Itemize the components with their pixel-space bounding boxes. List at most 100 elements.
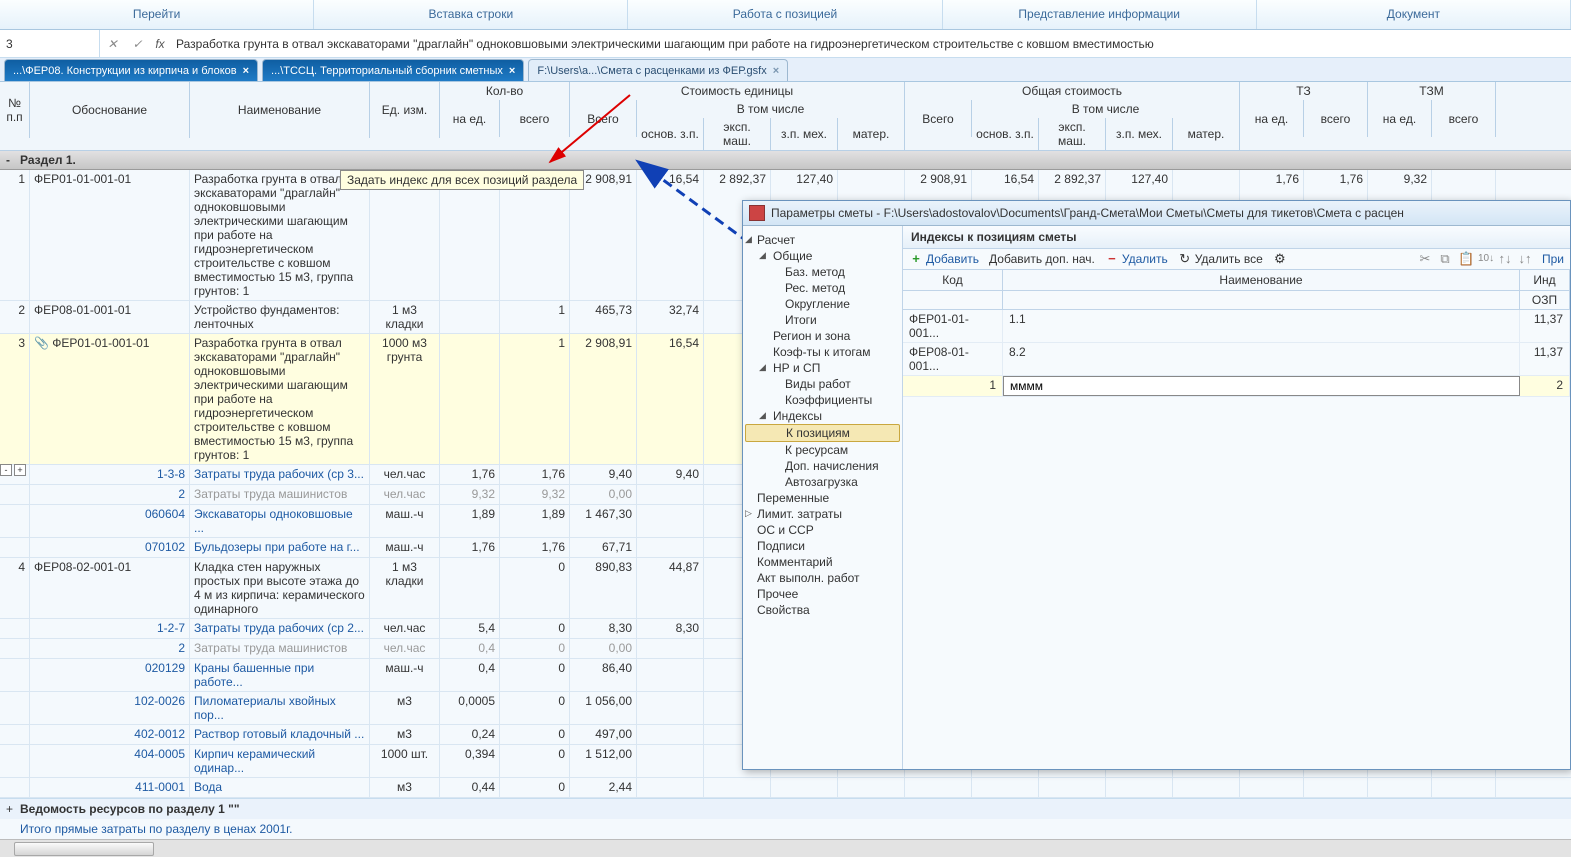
- cell[interactable]: чел.час: [370, 485, 440, 504]
- cell[interactable]: маш.-ч: [370, 505, 440, 537]
- cell[interactable]: [0, 778, 30, 797]
- cell[interactable]: 1-3-8: [30, 465, 190, 484]
- cell[interactable]: 📎 ФЕР01-01-001-01: [30, 334, 190, 464]
- cell[interactable]: Разработка грунта в отвал экскаваторами …: [190, 334, 370, 464]
- cell[interactable]: 9,40: [570, 465, 637, 484]
- tree-item[interactable]: Регион и зона: [745, 328, 900, 344]
- cell[interactable]: Пиломатериалы хвойных пор...: [190, 692, 370, 724]
- tab-tscc[interactable]: ...\ТССЦ. Территориальный сборник сметны…: [262, 59, 524, 81]
- index-row[interactable]: ФЕР01-01-001...1.111,37: [903, 310, 1570, 343]
- cell[interactable]: 020129: [30, 659, 190, 691]
- cell[interactable]: маш.-ч: [370, 538, 440, 557]
- cell[interactable]: 1 м3 кладки: [370, 558, 440, 618]
- delete-button[interactable]: −Удалить: [1105, 252, 1168, 266]
- cell[interactable]: 0: [500, 659, 570, 691]
- cell[interactable]: 0,24: [440, 725, 500, 744]
- cell[interactable]: 0,4: [440, 659, 500, 691]
- cell[interactable]: м3: [370, 692, 440, 724]
- tree-item[interactable]: Коэффициенты: [745, 392, 900, 408]
- close-icon[interactable]: ×: [509, 65, 515, 77]
- cell[interactable]: 3: [0, 334, 30, 464]
- cell[interactable]: [440, 334, 500, 464]
- tree-item[interactable]: Доп. начисления: [745, 458, 900, 474]
- cell[interactable]: [440, 558, 500, 618]
- cell[interactable]: [0, 505, 30, 537]
- cell[interactable]: 1: [500, 334, 570, 464]
- cell[interactable]: 0: [500, 558, 570, 618]
- tree-item[interactable]: ◢Расчет: [745, 232, 900, 248]
- cell[interactable]: маш.-ч: [370, 659, 440, 691]
- cell[interactable]: [637, 745, 704, 777]
- cell[interactable]: 67,71: [570, 538, 637, 557]
- cell[interactable]: Вода: [190, 778, 370, 797]
- cell[interactable]: 0: [500, 725, 570, 744]
- cell[interactable]: [637, 725, 704, 744]
- accept-icon[interactable]: ✓: [132, 37, 142, 51]
- cell[interactable]: [1432, 778, 1496, 797]
- cell[interactable]: 0,00: [570, 639, 637, 658]
- cell[interactable]: [637, 639, 704, 658]
- tree-item[interactable]: ◢НР и СП: [745, 360, 900, 376]
- cell[interactable]: [0, 485, 30, 504]
- ribbon-tab-work[interactable]: Работа с позицией: [628, 0, 942, 29]
- cell[interactable]: [1304, 778, 1368, 797]
- cell[interactable]: 890,83: [570, 558, 637, 618]
- cell[interactable]: [637, 505, 704, 537]
- cell[interactable]: Затраты труда рабочих (ср 2...: [190, 619, 370, 638]
- cell[interactable]: 2: [30, 485, 190, 504]
- section-row[interactable]: -Раздел 1.: [0, 151, 1571, 170]
- cell[interactable]: Краны башенные при работе...: [190, 659, 370, 691]
- cell[interactable]: 86,40: [570, 659, 637, 691]
- cell[interactable]: 1,76: [440, 538, 500, 557]
- index-row[interactable]: ФЕР08-01-001...8.211,37: [903, 343, 1570, 376]
- paste-icon[interactable]: 📋: [1458, 252, 1472, 266]
- cell[interactable]: 1,76: [440, 465, 500, 484]
- tree-item[interactable]: Свойства: [745, 602, 900, 618]
- cell[interactable]: Затраты труда машинистов: [190, 639, 370, 658]
- cut-icon[interactable]: ✂: [1418, 252, 1432, 266]
- cell[interactable]: 411-0001: [30, 778, 190, 797]
- cell[interactable]: Кирпич керамический одинар...: [190, 745, 370, 777]
- cell[interactable]: 1,89: [500, 505, 570, 537]
- cell[interactable]: 2 908,91: [570, 334, 637, 464]
- sort-asc-icon[interactable]: ↑↓: [1498, 252, 1512, 266]
- expand-collapse-icons[interactable]: -+: [0, 464, 26, 476]
- cell[interactable]: [771, 778, 838, 797]
- cell[interactable]: 8,30: [570, 619, 637, 638]
- dialog-tree[interactable]: ◢Расчет◢ОбщиеБаз. методРес. методОкругле…: [743, 226, 903, 769]
- cell[interactable]: 0,00: [570, 485, 637, 504]
- formula-text[interactable]: Разработка грунта в отвал экскаваторами …: [170, 37, 1571, 51]
- close-icon[interactable]: ×: [773, 65, 779, 77]
- tab-smeta[interactable]: F:\Users\a...\Смета с расценками из ФЕР.…: [528, 59, 788, 81]
- tree-item[interactable]: К позициям: [745, 424, 900, 442]
- cell[interactable]: 1 512,00: [570, 745, 637, 777]
- cell[interactable]: 1,76: [500, 538, 570, 557]
- cell[interactable]: 404-0005: [30, 745, 190, 777]
- cell[interactable]: 5,4: [440, 619, 500, 638]
- tree-item[interactable]: ▷Лимит. затраты: [745, 506, 900, 522]
- cell[interactable]: Бульдозеры при работе на г...: [190, 538, 370, 557]
- cell[interactable]: 0: [500, 778, 570, 797]
- cell[interactable]: [972, 778, 1039, 797]
- cell[interactable]: чел.час: [370, 465, 440, 484]
- tree-item[interactable]: Переменные: [745, 490, 900, 506]
- cell[interactable]: [1106, 778, 1173, 797]
- cell[interactable]: чел.час: [370, 619, 440, 638]
- cell[interactable]: 1000 шт.: [370, 745, 440, 777]
- cell[interactable]: 1-2-7: [30, 619, 190, 638]
- tree-item[interactable]: Комментарий: [745, 554, 900, 570]
- tree-item[interactable]: ◢Общие: [745, 248, 900, 264]
- tree-item[interactable]: Виды работ: [745, 376, 900, 392]
- cell[interactable]: 2,44: [570, 778, 637, 797]
- ribbon-tab-insert[interactable]: Вставка строки: [314, 0, 628, 29]
- cell[interactable]: [0, 745, 30, 777]
- cell[interactable]: [704, 778, 771, 797]
- cell[interactable]: 465,73: [570, 301, 637, 333]
- cell[interactable]: [1368, 778, 1432, 797]
- cell[interactable]: [1240, 778, 1304, 797]
- index-name-input[interactable]: [1010, 379, 1513, 393]
- tree-item[interactable]: Подписи: [745, 538, 900, 554]
- ribbon-tab-info[interactable]: Представление информации: [943, 0, 1257, 29]
- cancel-icon[interactable]: ✕: [107, 37, 117, 51]
- cell[interactable]: [1173, 778, 1240, 797]
